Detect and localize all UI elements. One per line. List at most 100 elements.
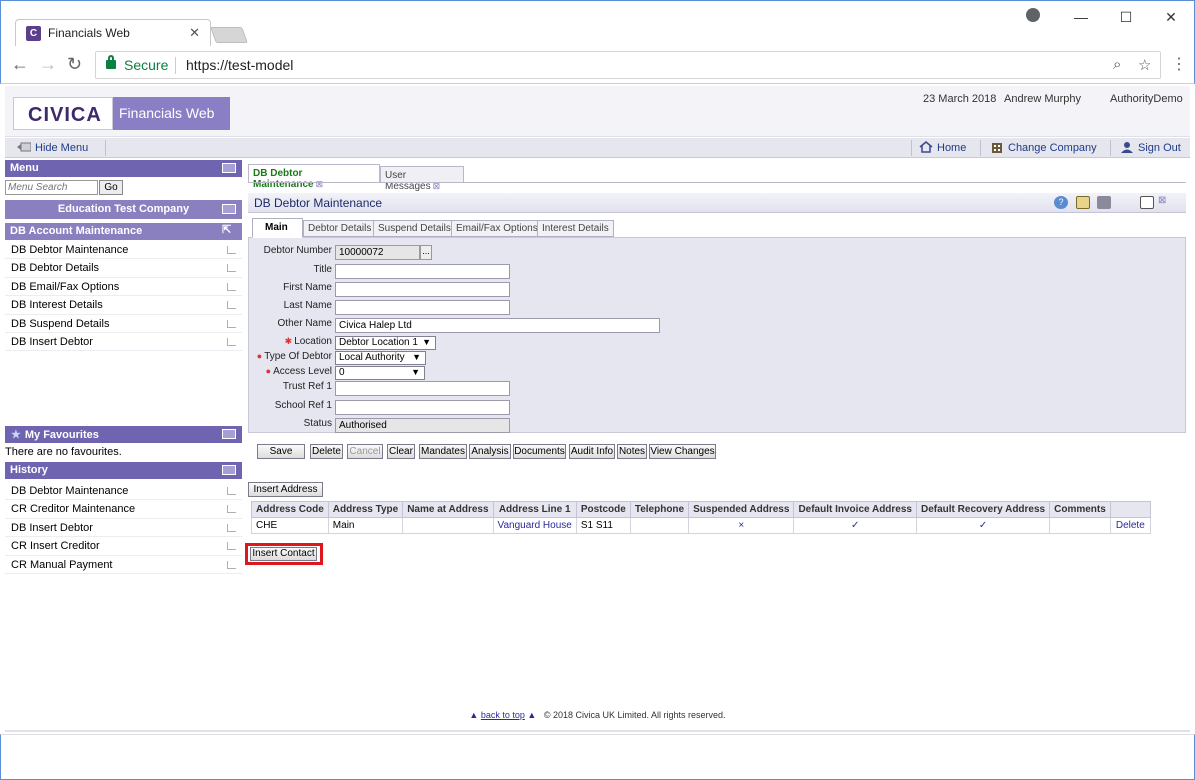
mandates-button[interactable]: Mandates <box>419 444 467 459</box>
back-icon[interactable]: ← <box>11 54 29 75</box>
window-icon[interactable] <box>222 163 236 173</box>
external-link-icon[interactable] <box>227 523 236 532</box>
minimize-button[interactable]: — <box>1061 5 1101 29</box>
window-icon[interactable] <box>222 204 236 214</box>
history-item[interactable]: CR Manual Payment <box>5 556 242 574</box>
history-item[interactable]: CR Creditor Maintenance <box>5 500 242 519</box>
view-changes-button[interactable]: View Changes <box>649 444 716 459</box>
first-name-field[interactable] <box>335 282 510 297</box>
close-panel-icon[interactable]: ⊠ <box>1158 195 1166 206</box>
star-icon[interactable]: ☆ <box>1138 56 1151 74</box>
new-tab-button[interactable] <box>210 27 248 43</box>
notes-button[interactable]: Notes <box>617 444 647 459</box>
history-item[interactable]: DB Insert Debtor <box>5 519 242 538</box>
menu-item[interactable]: DB Debtor Details <box>5 259 242 278</box>
menu-item[interactable]: DB Debtor Maintenance <box>5 241 242 260</box>
column-header[interactable]: Comments <box>1049 501 1111 518</box>
table-row[interactable]: CHE Main Vanguard House S1 S11 × ✓ ✓ Del… <box>251 517 1151 534</box>
analysis-button[interactable]: Analysis <box>469 444 511 459</box>
location-select[interactable]: Debtor Location 1 ▼ <box>335 336 436 350</box>
url-text[interactable]: https://test-model <box>186 57 293 73</box>
trust-ref-field[interactable] <box>335 381 510 396</box>
browser-tab[interactable]: C Financials Web ✕ <box>15 19 211 47</box>
save-button[interactable]: Save <box>257 444 305 459</box>
hide-menu-button[interactable]: Hide Menu <box>17 141 88 154</box>
external-link-icon[interactable] <box>227 337 236 346</box>
close-tab-icon[interactable]: ⊠ <box>316 179 324 189</box>
export-icon[interactable]: ⇱ <box>222 223 236 236</box>
menu-item[interactable]: DB Interest Details <box>5 296 242 315</box>
column-header[interactable]: Default Invoice Address <box>793 501 917 518</box>
column-header[interactable]: Telephone <box>629 501 690 518</box>
column-header[interactable]: Postcode <box>575 501 631 518</box>
column-header[interactable]: Address Code <box>251 501 329 518</box>
external-link-icon[interactable] <box>227 505 236 514</box>
insert-address-button[interactable]: Insert Address <box>248 482 323 497</box>
title-field[interactable] <box>335 264 510 279</box>
clear-button[interactable]: Clear <box>387 444 415 459</box>
column-header[interactable]: Suspended Address <box>688 501 795 518</box>
account-icon[interactable] <box>1026 8 1040 22</box>
access-level-select[interactable]: 0 ▼ <box>335 366 425 380</box>
last-name-field[interactable] <box>335 300 510 315</box>
window-icon[interactable] <box>222 465 236 475</box>
more-menu-icon[interactable]: ⋮ <box>1171 54 1187 74</box>
external-link-icon[interactable] <box>227 264 236 273</box>
tab-debtor-maintenance[interactable]: DB Debtor Maintenance ⊠ <box>248 164 380 190</box>
zoom-icon[interactable]: ⌕ <box>1113 56 1121 73</box>
delete-button[interactable]: Delete <box>310 444 343 459</box>
column-header[interactable]: Address Line 1 <box>492 501 577 518</box>
reload-icon[interactable]: ↻ <box>67 54 82 75</box>
documents-button[interactable]: Documents <box>513 444 566 459</box>
external-link-icon[interactable] <box>227 542 236 551</box>
insert-contact-button[interactable]: Insert Contact <box>250 547 317 561</box>
tab-main[interactable]: Main <box>252 218 303 238</box>
close-icon[interactable]: ✕ <box>189 25 200 41</box>
column-header[interactable]: Name at Address <box>402 501 494 518</box>
export-icon[interactable] <box>1076 196 1090 209</box>
tab-user-messages[interactable]: User Messages ⊠ <box>380 166 464 192</box>
address-bar[interactable]: Secure https://test-model ⌕ ☆ <box>95 51 1161 79</box>
column-header[interactable]: Address Type <box>327 501 404 518</box>
column-header[interactable]: Default Recovery Address <box>915 501 1051 518</box>
forward-icon[interactable]: → <box>39 54 57 75</box>
maximize-button[interactable]: ☐ <box>1106 5 1146 29</box>
other-name-field[interactable]: Civica Halep Ltd <box>335 318 660 333</box>
window-icon[interactable] <box>1140 196 1154 209</box>
go-button[interactable]: Go <box>99 180 123 195</box>
external-link-icon[interactable] <box>227 319 236 328</box>
history-item[interactable]: DB Debtor Maintenance <box>5 482 242 501</box>
menu-item[interactable]: DB Suspend Details <box>5 315 242 333</box>
menu-item[interactable]: DB Email/Fax Options <box>5 278 242 297</box>
menu-search-input[interactable] <box>5 180 98 195</box>
sign-out-link[interactable]: Sign Out <box>1120 141 1181 154</box>
school-ref-field[interactable] <box>335 400 510 415</box>
debtor-number-field[interactable]: 10000072 <box>335 245 420 260</box>
history-item[interactable]: CR Insert Creditor <box>5 537 242 556</box>
lookup-button[interactable]: ... <box>420 245 432 260</box>
audit-info-button[interactable]: Audit Info <box>569 444 615 459</box>
address-line-link[interactable]: Vanguard House <box>492 517 577 534</box>
menu-item[interactable]: DB Insert Debtor <box>5 333 242 352</box>
section-header[interactable]: DB Account Maintenance ⇱ <box>5 223 242 240</box>
print-icon[interactable] <box>1097 196 1111 209</box>
tab-interest-details[interactable]: Interest Details <box>537 220 614 237</box>
cancel-button[interactable]: Cancel <box>347 444 383 459</box>
change-company-link[interactable]: Change Company <box>990 141 1097 154</box>
type-of-debtor-select[interactable]: Local Authority ▼ <box>335 351 426 365</box>
external-link-icon[interactable] <box>227 282 236 291</box>
company-header[interactable]: Education Test Company <box>5 200 242 219</box>
close-window-button[interactable]: ✕ <box>1151 5 1191 29</box>
external-link-icon[interactable] <box>227 560 236 569</box>
delete-address-link[interactable]: Delete <box>1109 517 1151 534</box>
external-link-icon[interactable] <box>227 301 236 310</box>
tab-suspend-details[interactable]: Suspend Details <box>373 220 456 237</box>
tab-debtor-details[interactable]: Debtor Details <box>303 220 377 237</box>
tab-email-fax[interactable]: Email/Fax Options <box>451 220 543 237</box>
back-to-top-link[interactable]: back to top <box>481 710 525 720</box>
home-link[interactable]: Home <box>919 141 966 154</box>
external-link-icon[interactable] <box>227 487 236 495</box>
external-link-icon[interactable] <box>227 246 236 254</box>
window-icon[interactable] <box>222 429 236 439</box>
help-icon[interactable]: ? <box>1054 196 1068 209</box>
